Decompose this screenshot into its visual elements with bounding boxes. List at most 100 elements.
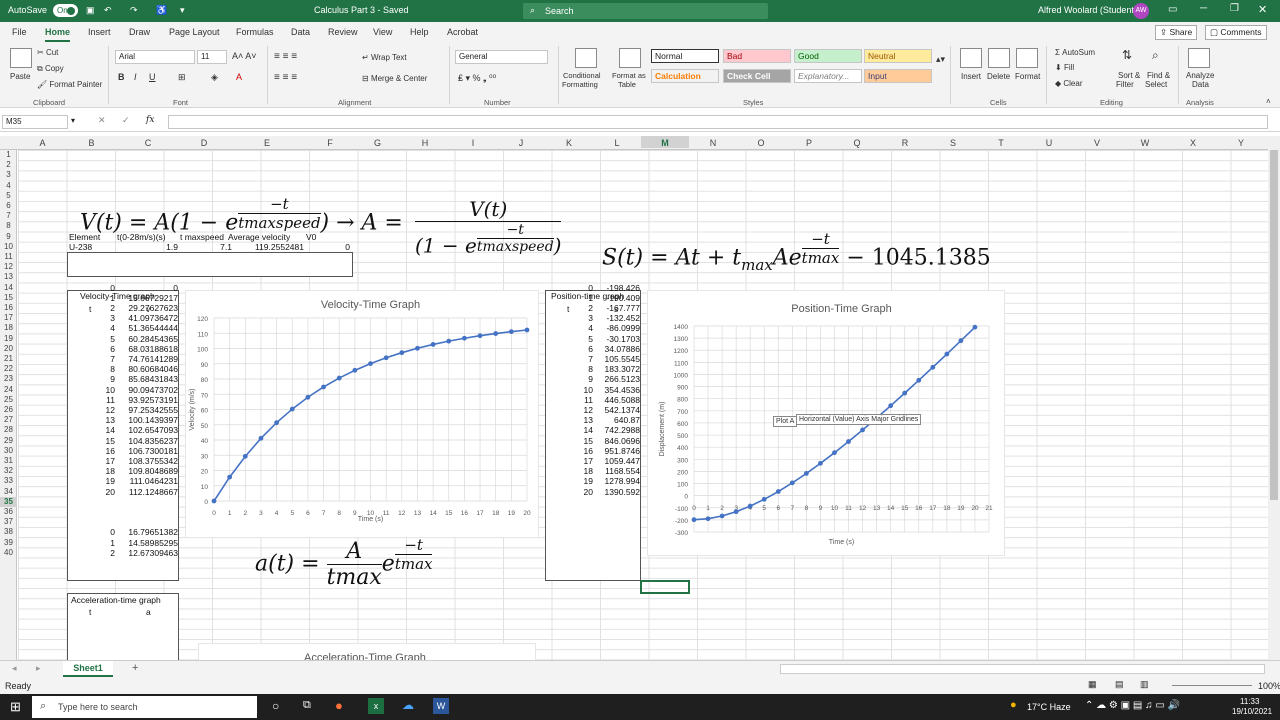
analyze-data-icon[interactable] xyxy=(1188,48,1210,68)
clock-date[interactable]: 19/10/2021 xyxy=(1232,707,1272,716)
restore-icon[interactable]: ❐ xyxy=(1230,3,1239,14)
position-chart[interactable]: Position-Time Graph -300 -200 -100 0 100 200 30… xyxy=(647,290,1005,556)
add-sheet-icon[interactable]: + xyxy=(132,662,138,674)
undo-icon[interactable]: ↶ xyxy=(104,5,116,17)
format-painter-button[interactable]: 🖌 Format Painter xyxy=(37,80,102,89)
tab-formulas[interactable]: Formulas xyxy=(236,27,274,37)
align-left-icon[interactable]: ≡ ≡ ≡ xyxy=(274,72,297,83)
save-icon[interactable]: ▣ xyxy=(86,5,98,17)
tab-insert[interactable]: Insert xyxy=(88,27,111,37)
bold-button[interactable]: B xyxy=(118,72,125,82)
prev-sheet-icon[interactable]: ◂ xyxy=(12,663,17,674)
style-normal[interactable]: Normal xyxy=(651,49,719,63)
delete-cells-icon[interactable] xyxy=(988,48,1010,68)
formula-input[interactable] xyxy=(168,115,1268,129)
tab-help[interactable]: Help xyxy=(410,27,429,37)
zoom-level[interactable]: 100% xyxy=(1258,681,1280,691)
cancel-icon[interactable]: ✕ xyxy=(98,115,106,126)
weather-icon[interactable]: ● xyxy=(1010,699,1017,711)
zoom-slider[interactable] xyxy=(1172,685,1252,686)
select-label[interactable]: Select xyxy=(1145,80,1167,89)
tab-acrobat[interactable]: Acrobat xyxy=(447,27,478,37)
paste-icon[interactable] xyxy=(10,48,32,68)
find-select-icon[interactable]: ⌕ xyxy=(1152,48,1159,63)
font-size-select[interactable]: 11 xyxy=(197,50,227,64)
windows-start-icon[interactable]: ⊞ xyxy=(10,699,21,715)
page-layout-icon[interactable]: ▤ xyxy=(1115,679,1124,690)
copy-button[interactable]: ⧉ Copy xyxy=(37,64,64,74)
horizontal-scrollbar[interactable] xyxy=(780,664,1265,674)
font-color-icon[interactable]: A xyxy=(236,72,242,82)
enter-icon[interactable]: ✓ xyxy=(122,115,130,126)
sheet-tab-sheet1[interactable]: Sheet1 xyxy=(63,661,113,677)
delete-label[interactable]: Delete xyxy=(987,72,1010,81)
currency-icon[interactable]: ₤ ▾ % ❟ ⁰⁰ xyxy=(458,73,496,84)
italic-button[interactable]: I xyxy=(134,72,137,82)
analyze-data-label[interactable]: Data xyxy=(1192,80,1209,89)
formatting-label[interactable]: Formatting xyxy=(562,80,598,89)
velocity-chart[interactable]: Velocity-Time Graph 0 10 20 30 40 50 60 70 80 90 10… xyxy=(185,290,539,538)
vertical-scroll-thumb[interactable] xyxy=(1270,150,1278,500)
autosum-button[interactable]: Σ AutoSum xyxy=(1055,48,1095,57)
style-bad[interactable]: Bad xyxy=(723,49,791,63)
autosave-toggle[interactable]: On xyxy=(53,4,78,17)
taskbar-search[interactable]: ⌕ Type here to search xyxy=(32,696,257,718)
firefox-icon[interactable]: ● xyxy=(335,698,343,713)
style-check-cell[interactable]: Check Cell xyxy=(723,69,791,83)
tab-file[interactable]: File xyxy=(12,27,27,37)
style-good[interactable]: Good xyxy=(794,49,862,63)
name-box-dropdown-icon[interactable]: ▾ xyxy=(71,116,75,125)
clock-time[interactable]: 11:33 xyxy=(1240,697,1259,706)
comments-button[interactable]: ▢ Comments xyxy=(1205,25,1267,40)
font-name-select[interactable]: Arial xyxy=(115,50,195,64)
paste-label[interactable]: Paste xyxy=(10,72,30,81)
normal-view-icon[interactable]: ▦ xyxy=(1088,679,1097,690)
fill-button[interactable]: ⬇ Fill xyxy=(1055,63,1074,72)
conditional-formatting-icon[interactable] xyxy=(575,48,597,68)
search-box[interactable]: ⌕ Search xyxy=(523,3,768,19)
format-label[interactable]: Format xyxy=(1015,72,1040,81)
tab-view[interactable]: View xyxy=(373,27,392,37)
styles-scroll-icon[interactable]: ▴▾ xyxy=(936,54,945,65)
ribbon-display-icon[interactable]: ▭ xyxy=(1168,4,1177,15)
number-format-select[interactable]: General xyxy=(455,50,548,64)
cut-button[interactable]: ✂ Cut xyxy=(37,48,58,57)
style-explanatory[interactable]: Explanatory... xyxy=(794,69,862,83)
user-name[interactable]: Alfred Woolard (Student) xyxy=(1038,5,1137,15)
task-view-icon[interactable]: ⧉ xyxy=(303,699,311,712)
clear-button[interactable]: ◆ Clear xyxy=(1055,79,1083,88)
format-cells-icon[interactable] xyxy=(1016,48,1038,68)
underline-button[interactable]: U xyxy=(149,72,156,82)
collapse-ribbon-icon[interactable]: ˄ xyxy=(1266,97,1271,106)
sort-filter-icon[interactable]: ⇅ xyxy=(1122,48,1132,62)
next-sheet-icon[interactable]: ▸ xyxy=(36,663,41,674)
document-title[interactable]: Calculus Part 3 - Saved xyxy=(314,5,409,15)
merge-center-button[interactable]: ⊟ Merge & Center xyxy=(362,74,427,83)
wrap-text-button[interactable]: ↵ Wrap Text xyxy=(362,53,407,62)
conditional-label[interactable]: Conditional xyxy=(563,71,601,80)
system-tray-icons[interactable]: ⌃ ☁ ⚙ ▣ ▤ ♫ ▭ 🔊 xyxy=(1085,700,1180,711)
sort-label[interactable]: Sort & xyxy=(1118,71,1140,80)
tab-home[interactable]: Home xyxy=(45,27,71,42)
close-icon[interactable]: ✕ xyxy=(1258,3,1267,16)
font-grow-icon[interactable]: A˄ A˅ xyxy=(232,51,257,61)
cortana-icon[interactable]: ○ xyxy=(272,699,279,713)
format-as-label[interactable]: Format as xyxy=(612,71,646,80)
borders-icon[interactable]: ⊞ xyxy=(178,72,186,83)
accessibility-icon[interactable]: ♿ xyxy=(156,5,168,17)
tab-data[interactable]: Data xyxy=(291,27,310,37)
onedrive-icon[interactable]: ☁ xyxy=(402,698,414,712)
style-neutral[interactable]: Neutral xyxy=(864,49,932,63)
tab-draw[interactable]: Draw xyxy=(129,27,150,37)
filter-label[interactable]: Filter xyxy=(1116,80,1134,89)
minimize-icon[interactable]: ─ xyxy=(1200,3,1207,14)
excel-icon[interactable]: x xyxy=(368,698,384,714)
style-calculation[interactable]: Calculation xyxy=(651,69,719,83)
name-box[interactable]: M35 xyxy=(2,115,68,129)
share-button[interactable]: ⇪ Share xyxy=(1155,25,1198,40)
tab-review[interactable]: Review xyxy=(328,27,358,37)
selected-cell-m35[interactable] xyxy=(640,580,690,594)
fill-color-icon[interactable]: ◈ xyxy=(211,72,218,83)
page-break-icon[interactable]: ▥ xyxy=(1140,679,1149,690)
vertical-scrollbar[interactable] xyxy=(1268,136,1280,660)
